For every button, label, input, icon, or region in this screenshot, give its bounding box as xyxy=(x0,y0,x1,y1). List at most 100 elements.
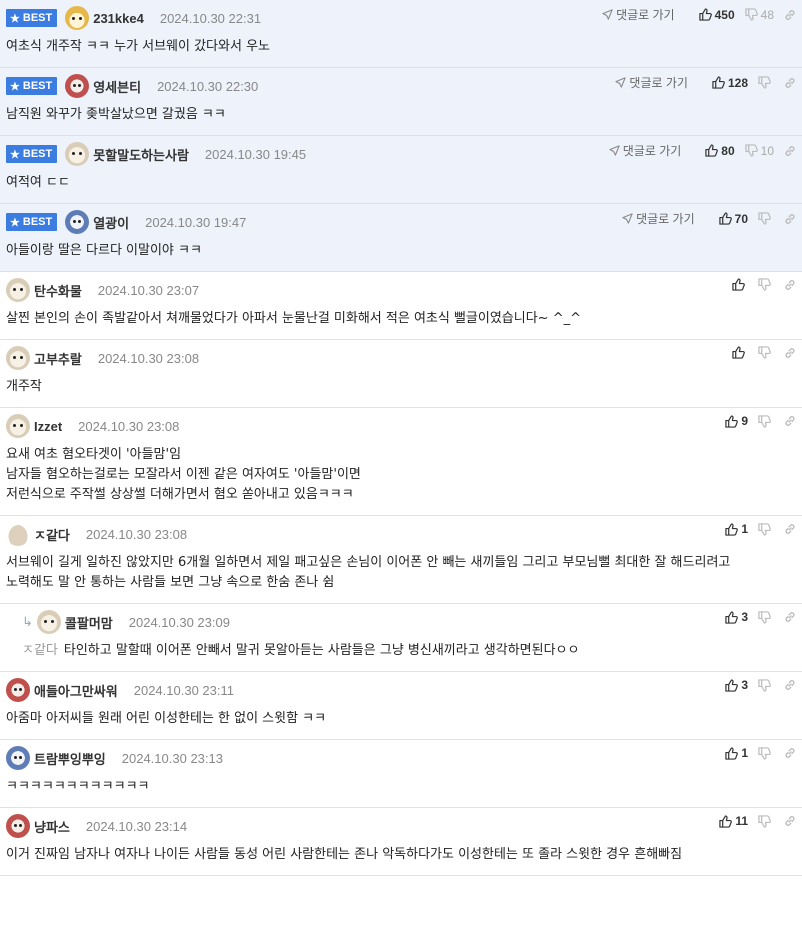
nickname[interactable]: 231kke4 xyxy=(93,11,144,26)
share-link-button[interactable] xyxy=(784,77,796,89)
nickname[interactable]: 못할말도하는사람 xyxy=(93,145,189,164)
downvote-button[interactable] xyxy=(758,212,774,225)
comment-header: 트람뿌잉뿌잉 2024.10.30 23:13 xyxy=(6,746,796,770)
avatar[interactable] xyxy=(65,210,90,234)
thumbs-down-icon xyxy=(758,522,771,536)
avatar[interactable] xyxy=(36,610,61,634)
downvote-button[interactable] xyxy=(758,278,774,291)
upvote-button[interactable]: 1 xyxy=(725,522,748,536)
star-icon: ★ xyxy=(10,216,20,229)
upvote-button[interactable] xyxy=(732,346,748,359)
upvote-count: 80 xyxy=(721,143,735,158)
comment-date: 2024.10.30 23:13 xyxy=(121,750,223,766)
comment: 트람뿌잉뿌잉 2024.10.30 23:13 1 ㅋㅋㅋㅋㅋㅋㅋㅋㅋㅋㅋㅋ xyxy=(0,740,802,808)
upvote-count: 11 xyxy=(735,814,748,828)
avatar[interactable] xyxy=(6,346,30,370)
goto-comment-link[interactable]: 댓글로 가기 xyxy=(602,6,675,23)
share-link-button[interactable] xyxy=(784,213,796,225)
avatar[interactable] xyxy=(65,6,90,30)
upvote-button[interactable]: 1 xyxy=(725,746,748,760)
avatar[interactable] xyxy=(65,142,90,166)
share-link-button[interactable] xyxy=(784,611,796,623)
comment-actions: 댓글로 가기 80 10 xyxy=(609,142,796,159)
upvote-button[interactable]: 11 xyxy=(719,814,748,828)
upvote-button[interactable]: 80 xyxy=(705,143,735,158)
comment-text: 아들이랑 딸은 다르다 이말이야 ㅋㅋ xyxy=(6,243,202,258)
nickname[interactable]: ㅈ같다 xyxy=(34,525,70,544)
share-link-button[interactable] xyxy=(784,9,796,21)
avatar[interactable] xyxy=(6,746,30,770)
comment-header: Izzet 2024.10.30 23:08 xyxy=(6,414,796,438)
downvote-button[interactable]: 10 xyxy=(744,144,774,158)
upvote-button[interactable]: 450 xyxy=(698,7,735,22)
nickname[interactable]: 열광이 xyxy=(93,213,129,232)
comment-actions: 댓글로 가기 128 xyxy=(615,74,796,91)
upvote-button[interactable]: 70 xyxy=(718,212,748,226)
upvote-button[interactable]: 3 xyxy=(725,678,748,692)
reply-arrow-icon: ↳ xyxy=(22,614,33,630)
share-link-button[interactable] xyxy=(784,415,796,427)
share-link-button[interactable] xyxy=(784,279,796,291)
thumbs-down-icon xyxy=(744,8,758,21)
comment-line: 저런식으로 주작썰 상상썰 더해가면서 혐오 쏟아내고 있음ㅋㅋㅋ xyxy=(6,485,796,505)
comment-text: 아줌마 아저씨들 원래 어린 이성한테는 한 없이 스윗함 ㅋㅋ xyxy=(6,711,327,726)
comment-date: 2024.10.30 19:45 xyxy=(204,146,307,162)
nickname[interactable]: 탄수화물 xyxy=(34,281,82,300)
comment-line: 요새 여초 혐오타겟이 '아들맘'임 xyxy=(6,445,796,465)
downvote-button[interactable] xyxy=(758,746,774,760)
share-link-button[interactable] xyxy=(784,347,796,359)
goto-comment-link[interactable]: 댓글로 가기 xyxy=(622,210,695,227)
comment-body: 이거 진짜임 남자나 여자나 나이든 사람들 동성 어린 사람한테는 존나 악독… xyxy=(6,836,796,875)
downvote-button[interactable] xyxy=(758,814,774,828)
link-icon xyxy=(785,524,795,534)
downvote-button[interactable] xyxy=(758,522,774,536)
nickname[interactable]: 트람뿌잉뿌잉 xyxy=(34,749,106,768)
comment-line: 남자들 혐오하는걸로는 모잘라서 이젠 같은 여자여도 '아들맘'이면 xyxy=(6,465,796,485)
star-icon: ★ xyxy=(10,12,20,25)
share-link-button[interactable] xyxy=(784,523,796,535)
share-link-button[interactable] xyxy=(784,679,796,691)
upvote-count: 9 xyxy=(741,414,748,428)
downvote-button[interactable]: 48 xyxy=(744,8,774,22)
downvote-button[interactable] xyxy=(758,414,774,428)
best-badge-label: BEST xyxy=(22,80,53,92)
upvote-button[interactable]: 3 xyxy=(725,610,748,624)
thumbs-down-icon xyxy=(758,746,771,760)
avatar[interactable] xyxy=(6,414,30,438)
nickname[interactable]: 고부추랄 xyxy=(34,349,82,368)
downvote-button[interactable] xyxy=(758,76,774,89)
comment-actions: 1 xyxy=(715,522,796,536)
upvote-button[interactable]: 9 xyxy=(725,414,748,428)
comment-list: ★ BEST 231kke4 2024.10.30 22:31 댓글로 가기 45… xyxy=(0,0,802,876)
comment-date: 2024.10.30 22:30 xyxy=(157,78,259,94)
comment-body: ㅈ같다 타인하고 말할때 이어폰 안빼서 말귀 못알아듣는 사람들은 그냥 병신새… xyxy=(22,632,796,671)
nickname[interactable]: Izzet xyxy=(34,419,62,434)
avatar[interactable] xyxy=(6,522,30,546)
comment-date: 2024.10.30 23:08 xyxy=(97,350,200,366)
upvote-button[interactable]: 128 xyxy=(712,76,748,90)
avatar[interactable] xyxy=(6,814,30,838)
share-link-button[interactable] xyxy=(784,747,796,759)
avatar[interactable] xyxy=(6,278,30,302)
goto-comment-link[interactable]: 댓글로 가기 xyxy=(615,74,688,91)
nickname[interactable]: 콜팔머맘 xyxy=(65,613,113,632)
downvote-button[interactable] xyxy=(758,678,774,692)
downvote-button[interactable] xyxy=(758,346,774,359)
upvote-count: 450 xyxy=(714,7,735,22)
downvote-button[interactable] xyxy=(758,610,774,624)
nickname[interactable]: 애들아그만싸워 xyxy=(34,681,118,700)
comment: ★ BEST 열광이 2024.10.30 19:47 댓글로 가기 70 아들이… xyxy=(0,204,802,272)
thumbs-up-icon xyxy=(732,346,745,359)
nickname[interactable]: 냥파스 xyxy=(34,817,70,836)
goto-comment-link[interactable]: 댓글로 가기 xyxy=(609,142,681,159)
reply-mention[interactable]: ㅈ같다 xyxy=(22,643,58,658)
share-link-button[interactable] xyxy=(784,145,796,157)
share-link-button[interactable] xyxy=(784,815,796,827)
avatar[interactable] xyxy=(6,678,30,702)
upvote-button[interactable] xyxy=(732,278,748,291)
link-icon xyxy=(785,279,795,290)
comment-text: 요새 여초 혐오타겟이 '아들맘'임 xyxy=(6,447,182,462)
nickname[interactable]: 영세븐티 xyxy=(93,77,141,96)
avatar[interactable] xyxy=(65,74,90,98)
comment-line: 이거 진짜임 남자나 여자나 나이든 사람들 동성 어린 사람한테는 존나 악독… xyxy=(6,845,796,865)
